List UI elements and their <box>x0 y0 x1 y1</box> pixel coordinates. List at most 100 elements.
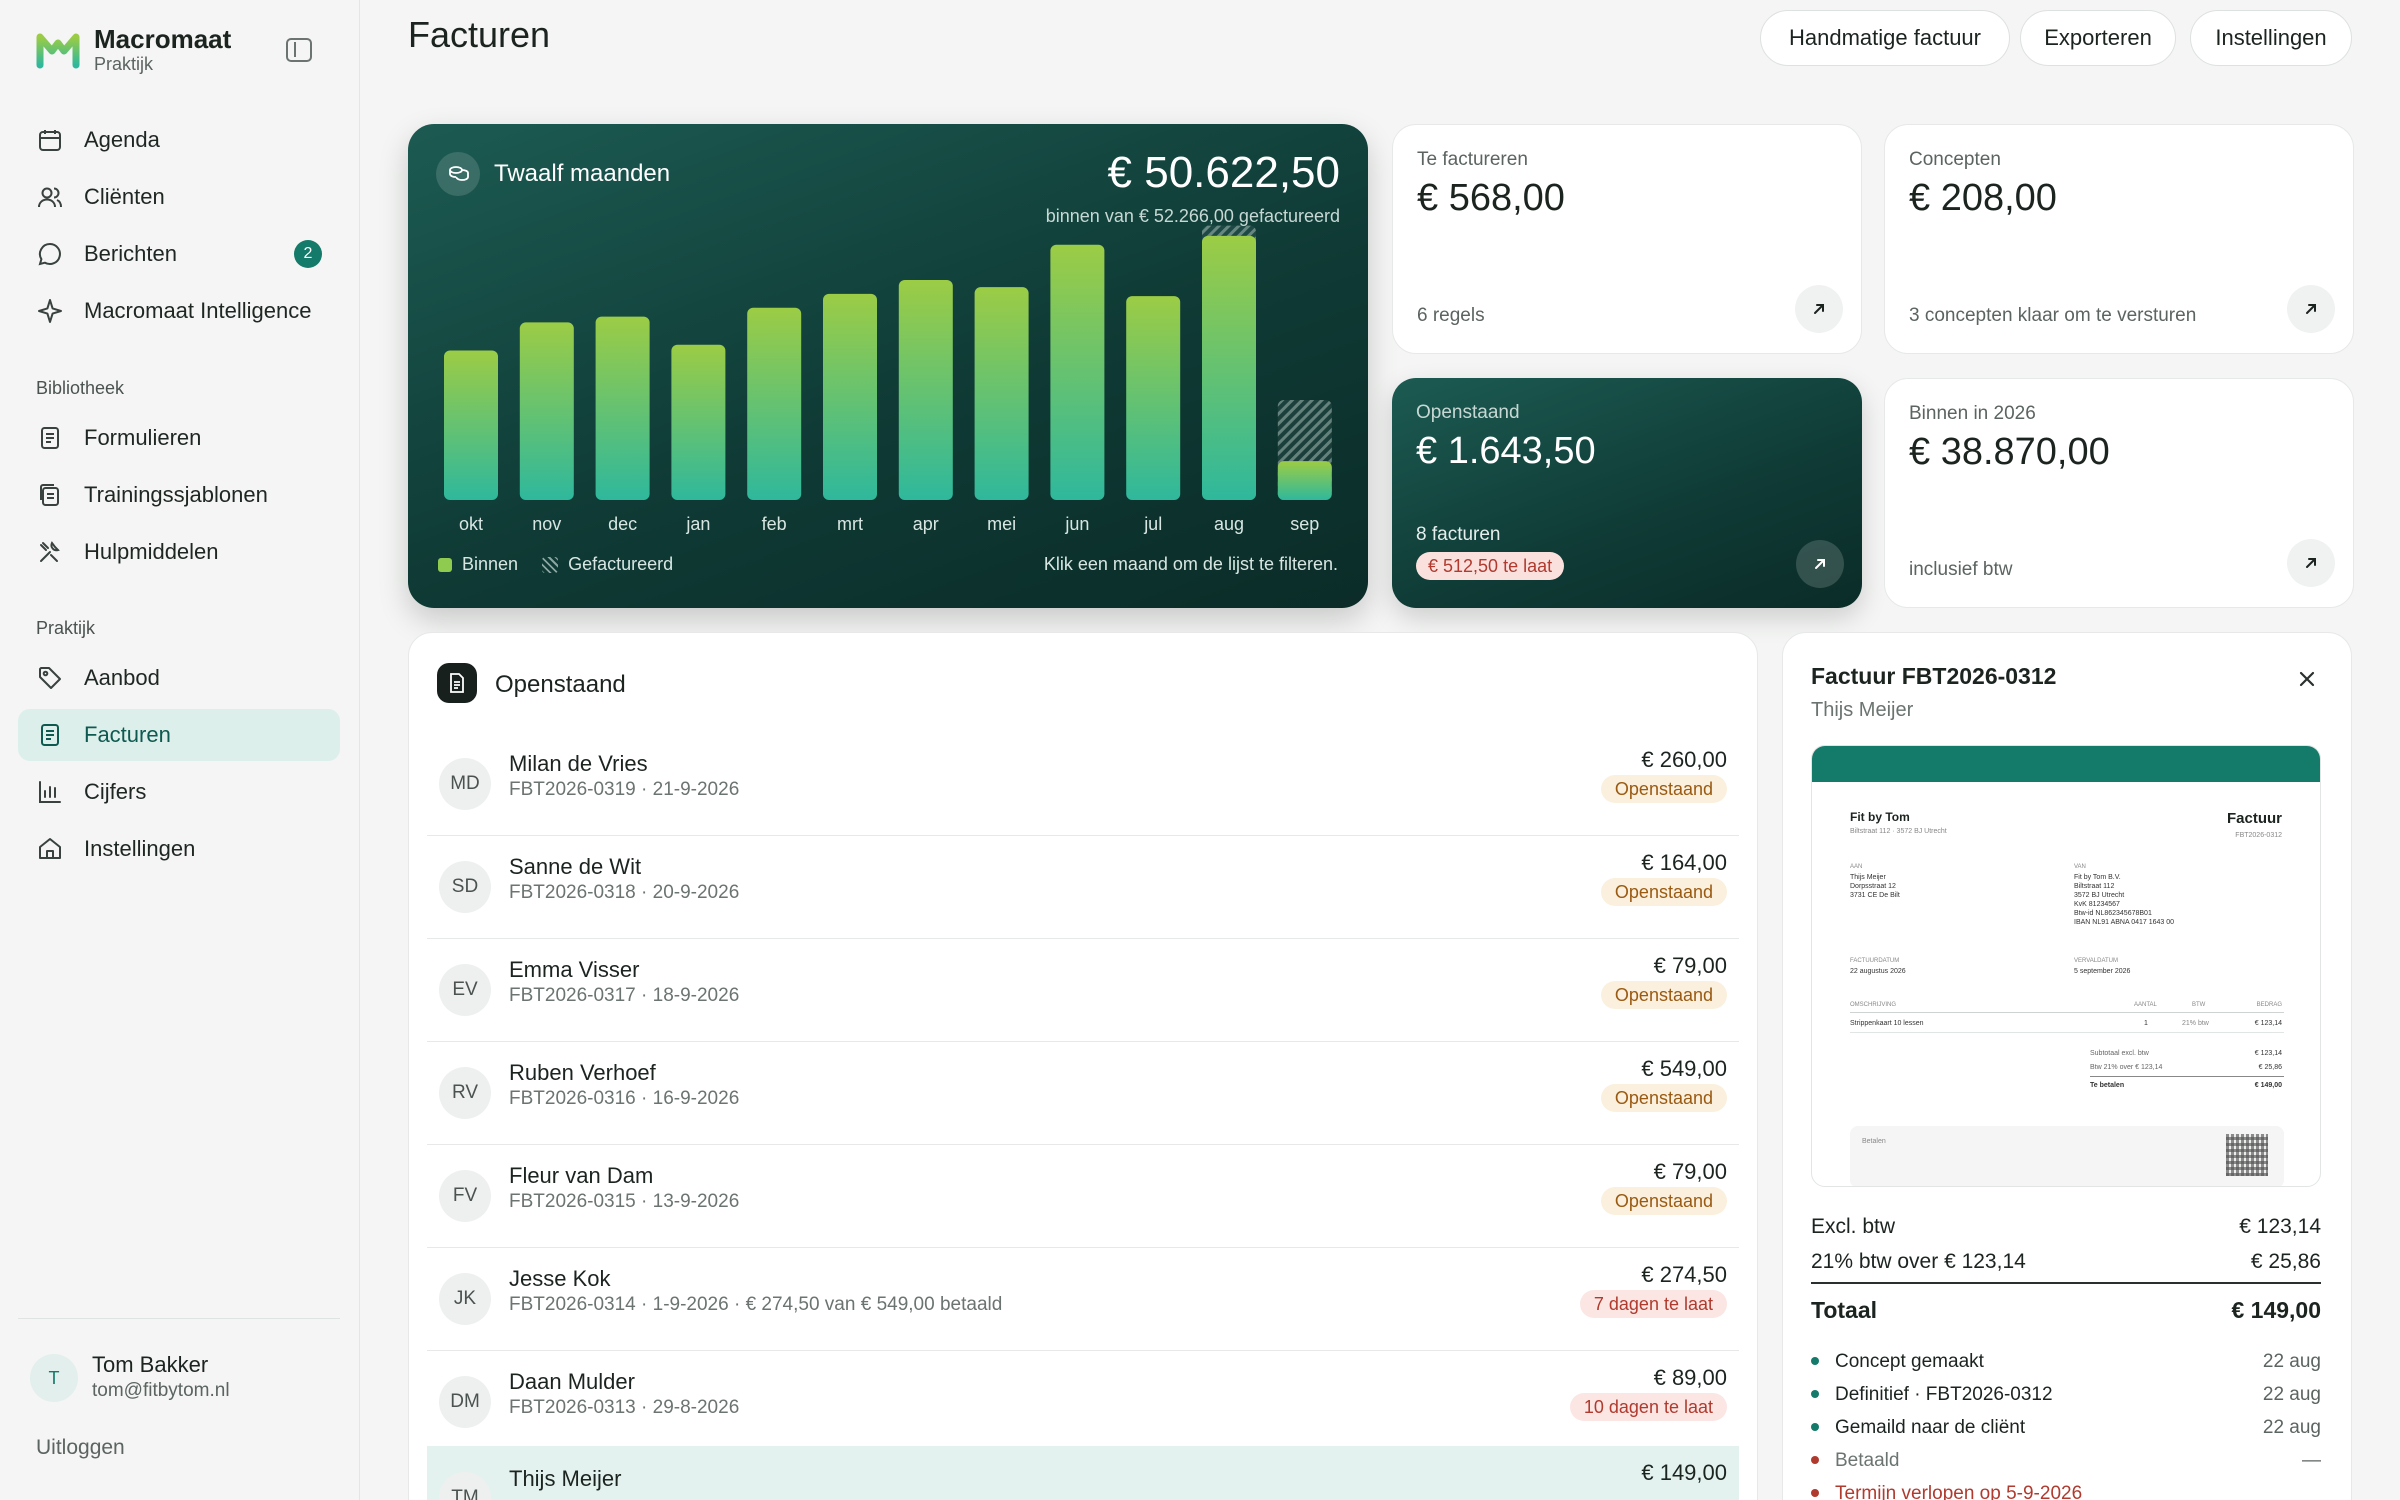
bar-received-feb[interactable] <box>747 307 802 500</box>
status-badge: Openstaand <box>1600 1084 1727 1112</box>
sidebar-item-aanbod[interactable]: Aanbod <box>18 652 340 704</box>
invoice-row-selected[interactable]: TM Thijs Meijer € 149,00 <box>427 1446 1739 1500</box>
invoice-icon <box>36 721 64 749</box>
preview-total-label: Te betalen <box>2090 1082 2125 1089</box>
stat-label: Openstaand <box>1416 402 1520 423</box>
invoice-meta: FBT2026-0313 · 29-8-2026 <box>509 1397 740 1418</box>
bar-received-aug[interactable] <box>1202 235 1256 500</box>
month-label-jun[interactable]: jun <box>1064 514 1089 534</box>
sparkle-icon <box>36 297 64 325</box>
timeline-date: 22 aug <box>2262 1417 2321 1438</box>
sidebar-item-label: Hulpmiddelen <box>84 539 219 564</box>
collapse-sidebar-icon[interactable] <box>286 38 312 62</box>
invoice-row[interactable]: DM Daan Mulder FBT2026-0313 · 29-8-2026 … <box>427 1351 1739 1454</box>
bar-received-mrt[interactable] <box>823 293 877 500</box>
client-name: Fleur van Dam <box>509 1163 654 1188</box>
logout-link[interactable]: Uitloggen <box>36 1436 125 1460</box>
sidebar-item-instellingen[interactable]: Instellingen <box>18 823 340 875</box>
legend-swatch-invoiced <box>542 556 559 573</box>
month-label-feb[interactable]: feb <box>762 514 787 534</box>
arrow-up-right-icon[interactable] <box>2287 285 2335 333</box>
preview-van-line: 3572 BJ Utrecht <box>2074 892 2125 899</box>
invoice-row[interactable]: JK Jesse Kok FBT2026-0314 · 1-9-2026 · €… <box>427 1248 1739 1351</box>
stat-value: € 208,00 <box>1909 177 2057 219</box>
bar-received-nov[interactable] <box>519 322 574 500</box>
sidebar-item-label: Aanbod <box>84 665 160 690</box>
month-label-mrt[interactable]: mrt <box>837 514 863 534</box>
preview-header-band <box>1812 746 2320 782</box>
arrow-up-right-icon[interactable] <box>1795 285 1843 333</box>
brand-name: Macromaat <box>94 24 232 54</box>
month-label-aug[interactable]: aug <box>1214 514 1244 534</box>
month-label-nov[interactable]: nov <box>532 514 561 534</box>
manual-invoice-button[interactable]: Handmatige factuur <box>1760 10 2010 66</box>
stat-card-open[interactable]: Openstaand € 1.643,50 8 facturen € 512,5… <box>1392 378 1862 608</box>
invoice-row[interactable]: EV Emma Visser FBT2026-0317 · 18-9-2026 … <box>427 939 1739 1042</box>
invoice-row[interactable]: RV Ruben Verhoef FBT2026-0316 · 16-9-202… <box>427 1042 1739 1145</box>
preview-col-description: OMSCHRIJVING <box>1850 1002 1897 1008</box>
stat-card-to-invoice[interactable]: Te factureren € 568,00 6 regels <box>1392 124 1862 354</box>
export-button[interactable]: Exporteren <box>2020 10 2176 66</box>
preview-van-line: Fit by Tom B.V. <box>2074 874 2121 881</box>
avatar[interactable]: T <box>30 1354 78 1402</box>
invoice-amount: € 89,00 <box>1653 1365 1727 1390</box>
sidebar-item-formulieren[interactable]: Formulieren <box>18 412 340 464</box>
client-name: Thijs Meijer <box>509 1466 622 1491</box>
invoice-row[interactable]: FV Fleur van Dam FBT2026-0315 · 13-9-202… <box>427 1145 1739 1248</box>
month-label-mei[interactable]: mei <box>987 514 1016 534</box>
sidebar-item-clienten[interactable]: Cliënten <box>18 171 340 223</box>
bar-received-jun[interactable] <box>1050 244 1105 500</box>
sidebar-item-berichten[interactable]: Berichten 2 <box>18 228 340 280</box>
invoice-amount: € 549,00 <box>1641 1056 1727 1081</box>
sidebar: Macromaat Praktijk Agenda Cliënten Beric… <box>0 0 360 1500</box>
avatar: FV <box>439 1170 491 1222</box>
timeline-label: Betaald <box>1835 1450 1900 1471</box>
brand-subtitle: Praktijk <box>94 54 154 74</box>
client-name: Daan Mulder <box>509 1369 635 1394</box>
sidebar-item-label: Macromaat Intelligence <box>84 298 312 323</box>
preview-vat-label: Btw 21% over € 123,14 <box>2090 1064 2163 1071</box>
month-label-apr[interactable]: apr <box>913 514 939 534</box>
timeline-label: Definitief · FBT2026-0312 <box>1835 1384 2053 1405</box>
month-label-jul[interactable]: jul <box>1143 514 1162 534</box>
sidebar-item-trainingssjablonen[interactable]: Trainingssjablonen <box>18 469 340 521</box>
brand[interactable]: Macromaat Praktijk <box>36 24 231 74</box>
bar-received-apr[interactable] <box>898 280 953 500</box>
bar-received-jan[interactable] <box>671 344 726 500</box>
timeline-dot <box>1811 1423 1819 1431</box>
invoice-amount: € 149,00 <box>1641 1460 1727 1485</box>
sidebar-item-label: Agenda <box>84 127 160 152</box>
invoice-preview[interactable]: Fit by Tom Biltstraat 112 · 3572 BJ Utre… <box>1811 745 2321 1187</box>
sidebar-item-hulpmiddelen[interactable]: Hulpmiddelen <box>18 526 340 578</box>
sidebar-item-label: Berichten <box>84 241 177 266</box>
settings-button[interactable]: Instellingen <box>2190 10 2352 66</box>
invoice-row[interactable]: SD Sanne de Wit FBT2026-0318 · 20-9-2026… <box>427 836 1739 939</box>
bar-chart[interactable]: okt nov dec jan feb mrt apr mei jun jul aug sep <box>408 124 1368 608</box>
invoice-meta: FBT2026-0315 · 13-9-2026 <box>509 1191 740 1212</box>
arrow-up-right-icon[interactable] <box>1796 540 1844 588</box>
stat-card-concepts[interactable]: Concepten € 208,00 3 concepten klaar om … <box>1884 124 2354 354</box>
page-title: Facturen <box>408 14 551 55</box>
client-name: Sanne de Wit <box>509 854 642 879</box>
bar-received-dec[interactable] <box>595 316 650 500</box>
month-label-okt[interactable]: okt <box>459 514 483 534</box>
month-label-dec[interactable]: dec <box>608 514 637 534</box>
invoice-row[interactable]: MD Milan de Vries FBT2026-0319 · 21-9-20… <box>427 733 1739 836</box>
template-icon <box>36 481 64 509</box>
sidebar-item-facturen[interactable]: Facturen <box>18 709 340 761</box>
preview-van-line: Btw-id NL862345678B01 <box>2074 910 2152 917</box>
bar-received-mei[interactable] <box>974 287 1029 500</box>
arrow-up-right-icon[interactable] <box>2287 539 2335 587</box>
month-label-jan[interactable]: jan <box>685 514 710 534</box>
preview-subtotal-label: Subtotaal excl. btw <box>2090 1050 2149 1057</box>
sidebar-item-agenda[interactable]: Agenda <box>18 114 340 166</box>
sidebar-item-cijfers[interactable]: Cijfers <box>18 766 340 818</box>
bar-received-okt[interactable] <box>444 350 498 500</box>
close-icon[interactable] <box>2295 667 2319 691</box>
invoice-client: Thijs Meijer <box>1811 699 1914 721</box>
bar-received-jul[interactable] <box>1126 296 1181 500</box>
bar-received-sep[interactable] <box>1277 461 1332 500</box>
sidebar-item-intelligence[interactable]: Macromaat Intelligence <box>18 285 340 337</box>
stat-card-received[interactable]: Binnen in 2026 € 38.870,00 inclusief btw <box>1884 378 2354 608</box>
month-label-sep[interactable]: sep <box>1290 514 1319 534</box>
